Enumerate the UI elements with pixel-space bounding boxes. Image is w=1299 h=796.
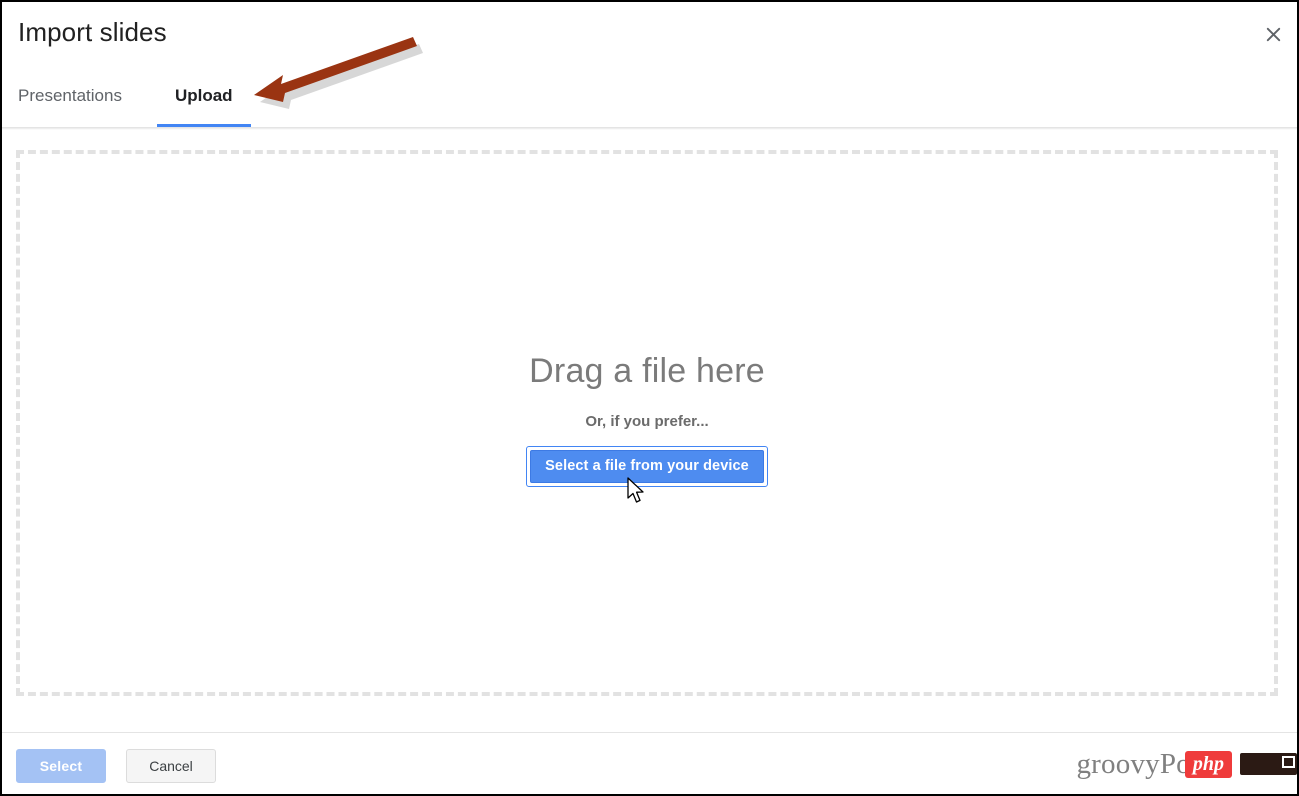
tab-upload[interactable]: Upload — [156, 74, 251, 127]
watermark-obscured-logo — [1240, 753, 1297, 775]
dialog-tabs: Presentations Upload — [2, 74, 251, 127]
import-slides-dialog: Import slides Presentations Upload Drag … — [0, 0, 1299, 796]
watermark-brand-text: groovyPo — [1076, 747, 1191, 780]
tab-presentations[interactable]: Presentations — [2, 74, 138, 127]
tab-presentations-label: Presentations — [18, 86, 122, 105]
php-badge: php — [1184, 750, 1232, 778]
select-button[interactable]: Select — [16, 749, 106, 783]
tab-upload-label: Upload — [174, 86, 233, 105]
select-file-focus-ring: Select a file from your device — [526, 446, 768, 487]
dialog-header: Import slides Presentations Upload — [2, 2, 1297, 130]
file-dropzone[interactable]: Drag a file here Or, if you prefer... Se… — [16, 150, 1278, 696]
page-title: Import slides — [18, 17, 167, 47]
select-file-from-device-button[interactable]: Select a file from your device — [530, 450, 764, 483]
drag-file-here-text: Drag a file here — [529, 352, 765, 390]
or-if-you-prefer-text: Or, if you prefer... — [585, 413, 709, 430]
header-divider-shadow — [2, 127, 1297, 130]
cancel-button[interactable]: Cancel — [126, 749, 216, 783]
callout-arrow-icon — [250, 36, 430, 118]
watermark: groovyPo php — [1076, 747, 1297, 781]
dialog-footer: Select Cancel groovyPo php — [2, 732, 1297, 794]
close-icon[interactable] — [1257, 18, 1289, 50]
dropzone-content: Drag a file here Or, if you prefer... Se… — [20, 352, 1274, 487]
